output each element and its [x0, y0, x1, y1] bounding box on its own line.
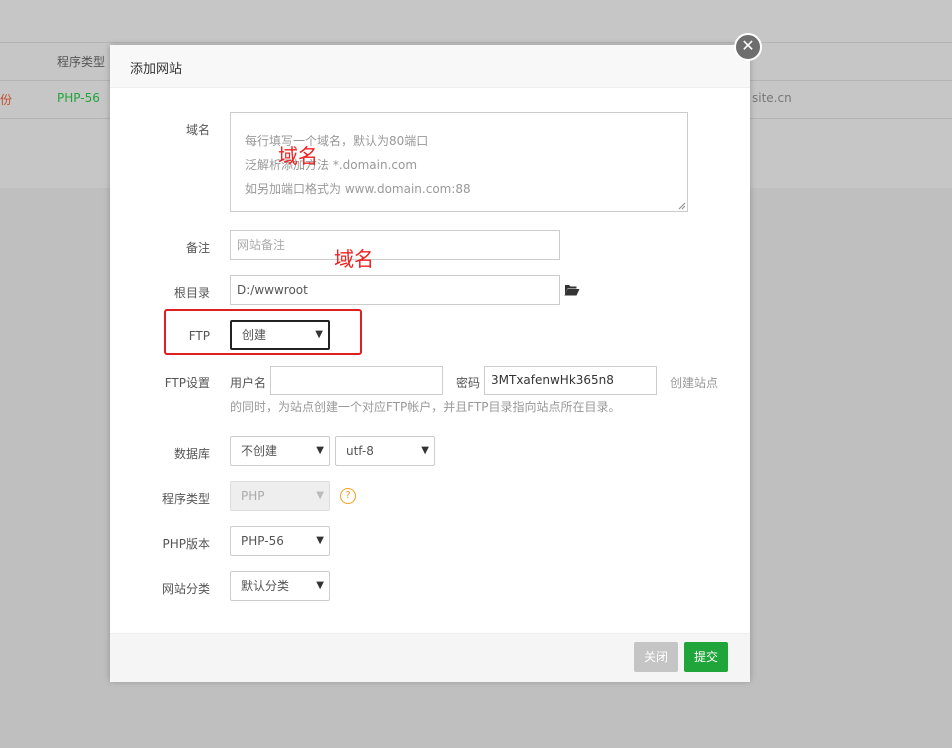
database-label: 数据库: [173, 447, 210, 461]
ftp-password-input[interactable]: 3MTxafenwHk365n8: [484, 366, 657, 395]
column-header-program-type: 程序类型: [57, 55, 106, 69]
chevron-down-icon: ▼: [316, 535, 324, 546]
program-type-select-value: PHP: [241, 489, 265, 503]
annotation-text: 域名: [278, 144, 318, 168]
dialog-title: 添加网站: [130, 62, 183, 77]
ftp-hint: 创建站点: [670, 376, 719, 390]
divider: [0, 42, 952, 43]
database-select[interactable]: 不创建 ▼: [230, 436, 330, 466]
add-site-dialog: 添加网站 域名 每行填写一个域名，默认为80端口 泛解析添加方法 *.domai…: [110, 45, 750, 682]
ftp-password-label: 密码: [456, 376, 481, 390]
php-version-select-value: PHP-56: [241, 534, 284, 548]
folder-open-icon[interactable]: [564, 283, 580, 296]
chevron-down-icon: ▼: [316, 580, 324, 591]
site-domain-cell[interactable]: site.cn: [752, 91, 792, 105]
program-type-label: 程序类型: [161, 492, 210, 506]
highlight-box: [164, 309, 362, 355]
site-category-label: 网站分类: [161, 582, 210, 596]
program-type-select: PHP ▼: [230, 481, 330, 511]
domain-label: 域名: [185, 123, 210, 137]
root-dir-input[interactable]: D:/wwwroot: [230, 275, 560, 305]
chevron-down-icon: ▼: [316, 445, 324, 456]
close-button[interactable]: 关闭: [634, 642, 679, 672]
php-version-label: PHP版本: [162, 537, 211, 551]
chevron-down-icon: ▼: [316, 490, 324, 501]
php-version-cell: PHP-56: [57, 91, 100, 105]
charset-select-value: utf-8: [346, 444, 374, 458]
submit-button[interactable]: 提交: [684, 642, 729, 672]
site-category-select-value: 默认分类: [241, 579, 290, 593]
root-dir-label: 根目录: [173, 286, 210, 300]
chevron-down-icon: ▼: [421, 445, 429, 456]
dialog-header: 添加网站: [110, 45, 750, 88]
database-select-value: 不创建: [241, 444, 278, 458]
domain-placeholder-line: 每行填写一个域名，默认为80端口: [245, 134, 429, 148]
domain-placeholder-line: 泛解析添加方法 *.domain.com: [245, 158, 418, 172]
remark-label: 备注: [185, 241, 210, 255]
ftp-hint: 的同时，为站点创建一个对应FTP帐户，并且FTP目录指向站点所在目录。: [230, 400, 621, 414]
php-version-select[interactable]: PHP-56 ▼: [230, 526, 330, 556]
remark-input[interactable]: 网站备注: [230, 230, 560, 260]
ftp-user-label: 用户名: [230, 376, 267, 390]
charset-select[interactable]: utf-8 ▼: [335, 436, 435, 466]
backup-link[interactable]: 备份: [0, 91, 12, 108]
site-category-select[interactable]: 默认分类 ▼: [230, 571, 330, 601]
annotation-text: 域名: [334, 247, 374, 271]
close-icon[interactable]: ✕: [734, 33, 762, 61]
resize-handle-icon[interactable]: [678, 202, 686, 210]
ftp-username-input[interactable]: [270, 366, 443, 395]
help-icon[interactable]: ?: [340, 488, 356, 504]
ftp-settings-label: FTP设置: [164, 376, 210, 390]
dialog-footer: 关闭 提交: [110, 633, 750, 682]
domain-placeholder-line: 如另加端口格式为 www.domain.com:88: [245, 182, 471, 196]
